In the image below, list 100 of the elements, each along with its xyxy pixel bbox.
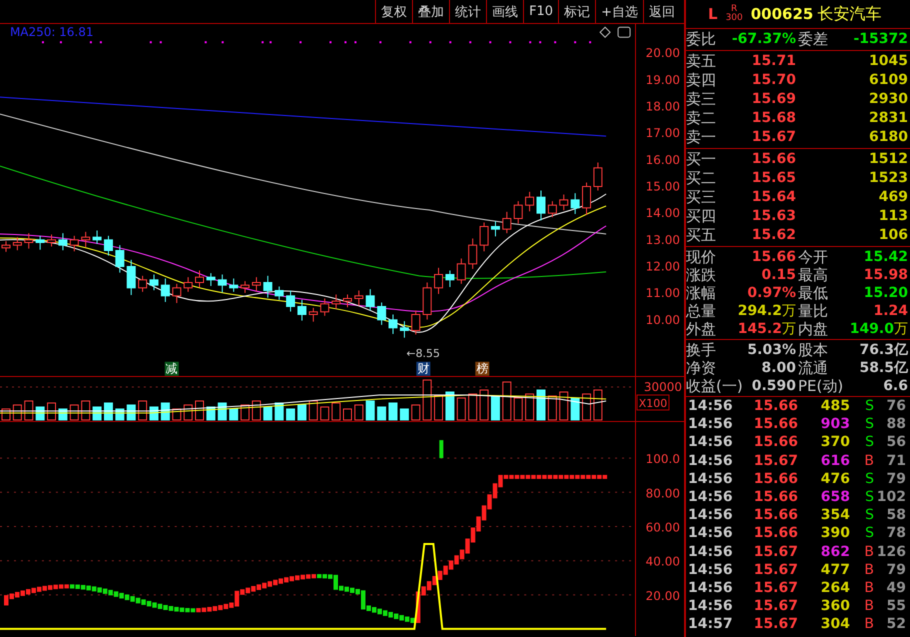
trade-time: 14:56	[688, 433, 734, 452]
trade-side: S	[864, 433, 874, 452]
trade-price: 15.66	[752, 506, 798, 524]
stat-value: 0.97%	[746, 284, 797, 302]
trade-count: 76	[886, 397, 907, 416]
axis-label: 80.00	[646, 486, 680, 500]
trade-time: 14:56	[688, 524, 734, 542]
trade-price: 15.67	[752, 542, 798, 561]
stat-value: 145.2万	[736, 320, 797, 338]
axis-label: 19.00	[646, 72, 680, 87]
stat-value: -67.37%	[730, 30, 797, 49]
trade-volume: 903	[820, 415, 850, 434]
trade-side: B	[863, 452, 874, 470]
stat-value: 58.5亿	[858, 359, 909, 377]
axis-label: 100.0	[646, 452, 680, 466]
order-level-label: 卖五	[686, 52, 717, 71]
trade-volume: 304	[820, 615, 850, 634]
stock-name: 长安汽车	[817, 4, 882, 24]
event-tag[interactable]: 榜	[475, 362, 490, 376]
stat-value: 6.6	[882, 377, 909, 395]
trade-time: 14:56	[688, 415, 734, 434]
order-level-label: 卖一	[686, 128, 717, 147]
order-level-label: 卖二	[686, 109, 717, 128]
stat-label: 股本	[798, 341, 829, 359]
trade-count: 58	[886, 506, 907, 524]
trade-volume: 360	[820, 597, 850, 616]
order-volume: 113	[878, 207, 909, 226]
stat-label: 内盘	[798, 320, 829, 338]
order-volume: 1523	[868, 169, 909, 188]
trade-side: B	[863, 597, 874, 616]
stat-label: 净资	[686, 359, 717, 377]
order-level-label: 买四	[686, 207, 717, 226]
event-tag[interactable]: 财	[416, 362, 430, 376]
trade-count: 88	[886, 415, 907, 434]
stat-label: 委差	[798, 30, 829, 49]
trade-time: 14:56	[688, 488, 734, 506]
trade-volume: 862	[820, 542, 850, 561]
trade-side: S	[864, 506, 874, 524]
trade-count: 56	[886, 433, 907, 452]
trade-volume: 658	[820, 488, 850, 506]
order-volume: 2930	[868, 90, 909, 109]
trade-volume: 264	[820, 578, 850, 598]
stat-label: 今开	[798, 248, 829, 266]
order-price: 15.64	[750, 188, 797, 207]
trade-time: 14:57	[688, 615, 734, 634]
trade-side: S	[864, 488, 874, 506]
trade-count: 78	[886, 524, 907, 542]
stat-label: 流通	[798, 359, 829, 377]
trade-count: 79	[886, 470, 907, 488]
order-price: 15.71	[750, 52, 797, 71]
stat-label: 收益(一)	[686, 377, 742, 395]
order-volume: 6180	[868, 128, 909, 147]
trade-price: 15.67	[752, 615, 798, 634]
trade-price: 15.66	[752, 415, 798, 434]
axis-label: 20.00	[646, 588, 680, 603]
trade-volume: 616	[820, 452, 850, 470]
trade-side: S	[864, 415, 874, 434]
axis-label: 13.00	[646, 232, 680, 247]
stat-label: 涨跌	[686, 266, 717, 284]
order-level-label: 买二	[686, 169, 717, 188]
order-volume: 469	[878, 188, 909, 207]
stat-label: 总量	[686, 302, 717, 320]
stat-value: 149.0万	[848, 320, 909, 338]
trade-time: 14:56	[688, 560, 734, 579]
axis-label: 12.00	[646, 260, 680, 274]
trade-time: 14:56	[688, 506, 734, 524]
trade-price: 15.67	[752, 578, 798, 598]
trade-side: B	[863, 542, 874, 561]
stat-label: 量比	[798, 302, 829, 320]
trade-count: 102	[876, 488, 907, 506]
trade-count: 52	[886, 615, 907, 634]
order-price: 15.65	[750, 169, 797, 188]
order-price: 15.63	[750, 207, 797, 226]
trade-price: 15.67	[752, 452, 798, 470]
order-volume: 1512	[868, 150, 909, 169]
event-tag[interactable]: 减	[164, 362, 179, 376]
trade-count: 49	[886, 578, 907, 598]
stat-label: 现价	[686, 248, 717, 266]
axis-label: 11.00	[646, 286, 680, 300]
stat-label: 换手	[686, 341, 717, 359]
axis-label: 17.00	[646, 126, 680, 140]
order-price: 15.68	[750, 109, 797, 128]
market-tag: L	[708, 5, 718, 23]
stat-label: 涨幅	[686, 284, 717, 302]
trade-side: S	[864, 524, 874, 542]
order-volume: 106	[878, 226, 909, 245]
trade-count: 55	[886, 597, 907, 616]
order-level-label: 买五	[686, 226, 717, 245]
stat-value: 294.2万	[736, 302, 797, 320]
order-price: 15.62	[750, 226, 797, 245]
axis-label: 14.00	[646, 206, 680, 220]
trade-count: 79	[886, 560, 907, 579]
stat-value: 15.42	[862, 248, 909, 266]
trade-volume: 485	[820, 397, 850, 416]
trade-price: 15.66	[752, 397, 798, 416]
trade-volume: 390	[820, 524, 850, 542]
stat-label: 外盘	[686, 320, 717, 338]
trade-count: 126	[876, 542, 907, 561]
order-level-label: 卖四	[686, 71, 717, 90]
trade-price: 15.66	[752, 524, 798, 542]
